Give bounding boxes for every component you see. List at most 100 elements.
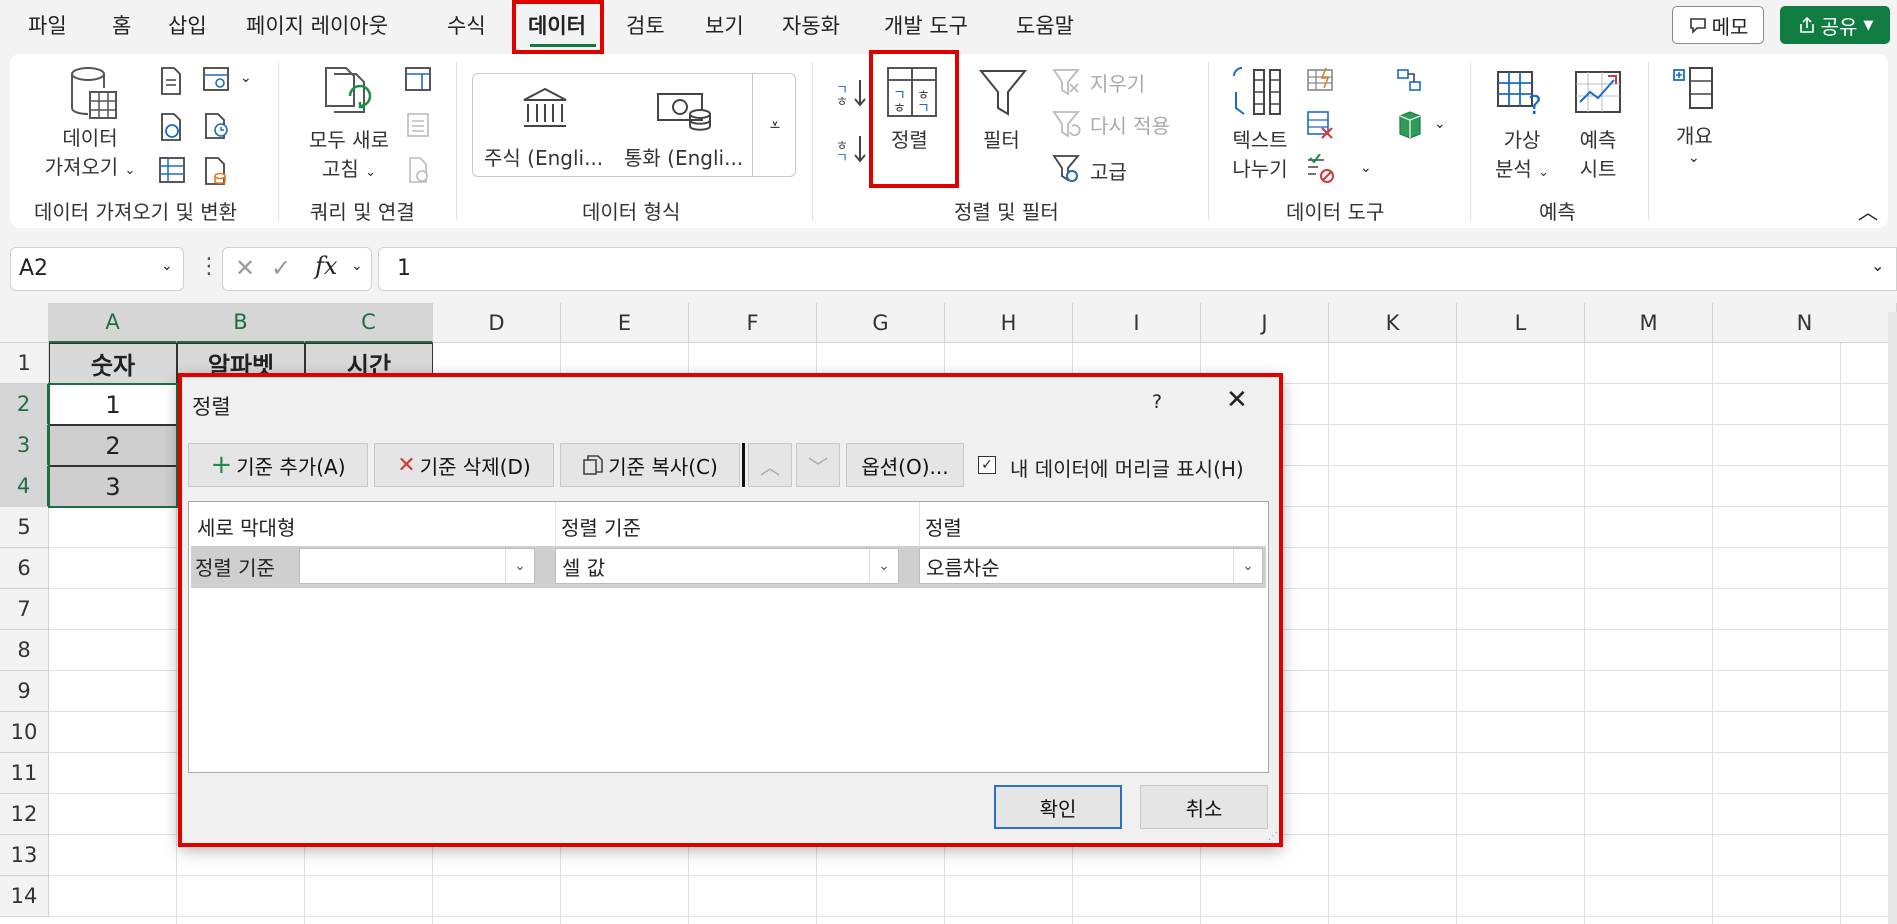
queries-connections-icon[interactable] <box>404 66 432 92</box>
column-header-M[interactable]: M <box>1585 303 1713 343</box>
row-header-3[interactable]: 3 <box>0 425 49 466</box>
comment-button[interactable]: 메모 <box>1672 6 1764 44</box>
sort-descending-icon[interactable]: ㅎ ㄱ <box>834 132 868 166</box>
forecast-sheet-button[interactable]: 예측 시트 <box>1562 124 1634 182</box>
column-header-D[interactable]: D <box>433 303 561 343</box>
row-header-1[interactable]: 1 <box>0 343 49 384</box>
ribbon-separator <box>1470 62 1471 220</box>
recent-sources-icon[interactable] <box>202 112 232 140</box>
row-header-11[interactable]: 11 <box>0 753 49 794</box>
chevron-down-icon: ⌄ <box>1360 160 1372 176</box>
outline-icon <box>1673 67 1713 109</box>
row-header-4[interactable]: 4 <box>0 466 49 507</box>
refresh-all-icon <box>325 67 372 113</box>
row-header-5[interactable]: 5 <box>0 507 49 548</box>
reapply-button[interactable]: 다시 적용 <box>1090 110 1170 139</box>
row-header-12[interactable]: 12 <box>0 794 49 835</box>
outline-button[interactable]: 개요 <box>1676 120 1713 149</box>
column-header-J[interactable]: J <box>1201 303 1329 343</box>
menu-automate[interactable]: 자동화 <box>782 10 840 40</box>
from-text-icon[interactable] <box>158 66 184 96</box>
data-validation-icon[interactable] <box>1306 154 1336 184</box>
menu-review[interactable]: 검토 <box>626 10 665 40</box>
text-to-columns-button[interactable]: 텍스트 나누기 <box>1222 124 1298 182</box>
row-header-14[interactable]: 14 <box>0 876 49 917</box>
menu-page-layout[interactable]: 페이지 레이아웃 <box>246 10 388 40</box>
menu-home[interactable]: 홈 <box>112 10 131 40</box>
stocks-button[interactable]: 주식 (Engli... <box>484 142 603 171</box>
chevron-down-icon: ⌄ <box>1688 150 1700 166</box>
gridline-horizontal <box>49 916 1897 917</box>
select-all-corner[interactable] <box>0 303 49 343</box>
cell-A1[interactable]: 숫자 <box>49 343 177 384</box>
flash-fill-icon[interactable] <box>1306 66 1336 94</box>
menu-formulas[interactable]: 수식 <box>447 10 486 40</box>
properties-icon[interactable] <box>406 112 430 138</box>
menu-developer[interactable]: 개발 도구 <box>884 10 968 40</box>
column-header-B[interactable]: B <box>177 303 305 343</box>
column-header-G[interactable]: G <box>817 303 945 343</box>
menu-file[interactable]: 파일 <box>28 10 67 40</box>
column-header-I[interactable]: I <box>1073 303 1201 343</box>
group-label-data-tools: 데이터 도구 <box>1286 200 1385 224</box>
menu-insert[interactable]: 삽입 <box>168 10 207 40</box>
more-options-icon[interactable]: ⋮ <box>198 254 220 279</box>
row-header-2[interactable]: 2 <box>0 384 49 425</box>
group-label-sort-filter: 정렬 및 필터 <box>954 200 1059 224</box>
collapse-ribbon-icon[interactable]: ︿ <box>1858 196 1878 225</box>
from-web-icon[interactable] <box>158 112 184 142</box>
formula-value: 1 <box>397 256 411 281</box>
what-if-analysis-button[interactable]: 가상 분석 ⌄ <box>1486 124 1558 182</box>
refresh-all-button[interactable]: 모두 새로 고침 ⌄ <box>294 124 404 182</box>
menu-view[interactable]: 보기 <box>705 10 744 40</box>
data-types-more-button[interactable]: ⩡ <box>752 74 797 176</box>
gridline-vertical <box>1456 343 1457 924</box>
column-header-C[interactable]: C <box>305 303 433 343</box>
vertical-scrollbar[interactable] <box>1888 312 1897 924</box>
clear-button[interactable]: 지우기 <box>1090 68 1145 97</box>
column-header-L[interactable]: L <box>1457 303 1585 343</box>
highlight-sort-button <box>869 50 959 188</box>
row-header-6[interactable]: 6 <box>0 548 49 589</box>
from-table-icon[interactable] <box>158 156 186 184</box>
sort-ascending-icon[interactable]: ㄱ ㅎ <box>834 76 868 110</box>
advanced-button[interactable]: 고급 <box>1090 156 1127 185</box>
column-header-K[interactable]: K <box>1329 303 1457 343</box>
data-model-icon[interactable] <box>1394 110 1426 140</box>
formula-input[interactable]: 1 ⌄ <box>378 247 1897 291</box>
chevron-down-icon: ⌄ <box>1434 116 1446 132</box>
menu-help[interactable]: 도움말 <box>1016 10 1074 40</box>
gridline-vertical <box>1328 343 1329 924</box>
group-label-get-transform: 데이터 가져오기 및 변환 <box>34 200 238 224</box>
row-header-9[interactable]: 9 <box>0 671 49 712</box>
group-label-data-types: 데이터 형식 <box>582 200 681 224</box>
confirm-edit-icon[interactable]: ✓ <box>271 254 291 282</box>
row-header-13[interactable]: 13 <box>0 835 49 876</box>
column-header-N[interactable]: N <box>1713 303 1897 343</box>
row-header-7[interactable]: 7 <box>0 589 49 630</box>
get-data-button[interactable]: 데이터 가져오기 ⌄ <box>30 122 150 180</box>
insert-function-icon[interactable]: fx <box>315 252 337 280</box>
row-header-10[interactable]: 10 <box>0 712 49 753</box>
expand-formula-icon[interactable]: ⌄ <box>1871 256 1884 275</box>
cancel-edit-icon[interactable]: ✕ <box>235 254 255 282</box>
menu-bar: 파일 홈 삽입 페이지 레이아웃 수식 데이터 검토 보기 자동화 개발 도구 … <box>0 0 1897 54</box>
currencies-button[interactable]: 통화 (Engli... <box>624 142 743 171</box>
share-button[interactable]: 공유 ▼ <box>1780 6 1890 44</box>
consolidate-icon[interactable] <box>1394 64 1424 94</box>
name-box[interactable]: A2 ⌄ <box>10 247 184 291</box>
edit-links-icon[interactable] <box>406 156 432 184</box>
column-header-A[interactable]: A <box>49 303 177 343</box>
filter-icon <box>978 70 1028 116</box>
remove-duplicates-icon[interactable] <box>1306 110 1336 140</box>
more-icon: ⩡ <box>769 114 781 136</box>
chevron-down-icon: ⌄ <box>240 70 252 86</box>
row-header-8[interactable]: 8 <box>0 630 49 671</box>
column-header-H[interactable]: H <box>945 303 1073 343</box>
from-picture-icon[interactable] <box>202 66 232 94</box>
column-header-F[interactable]: F <box>689 303 817 343</box>
existing-connections-icon[interactable] <box>202 156 230 186</box>
filter-button[interactable]: 필터 <box>983 124 1020 153</box>
column-header-E[interactable]: E <box>561 303 689 343</box>
stocks-icon <box>523 87 567 127</box>
